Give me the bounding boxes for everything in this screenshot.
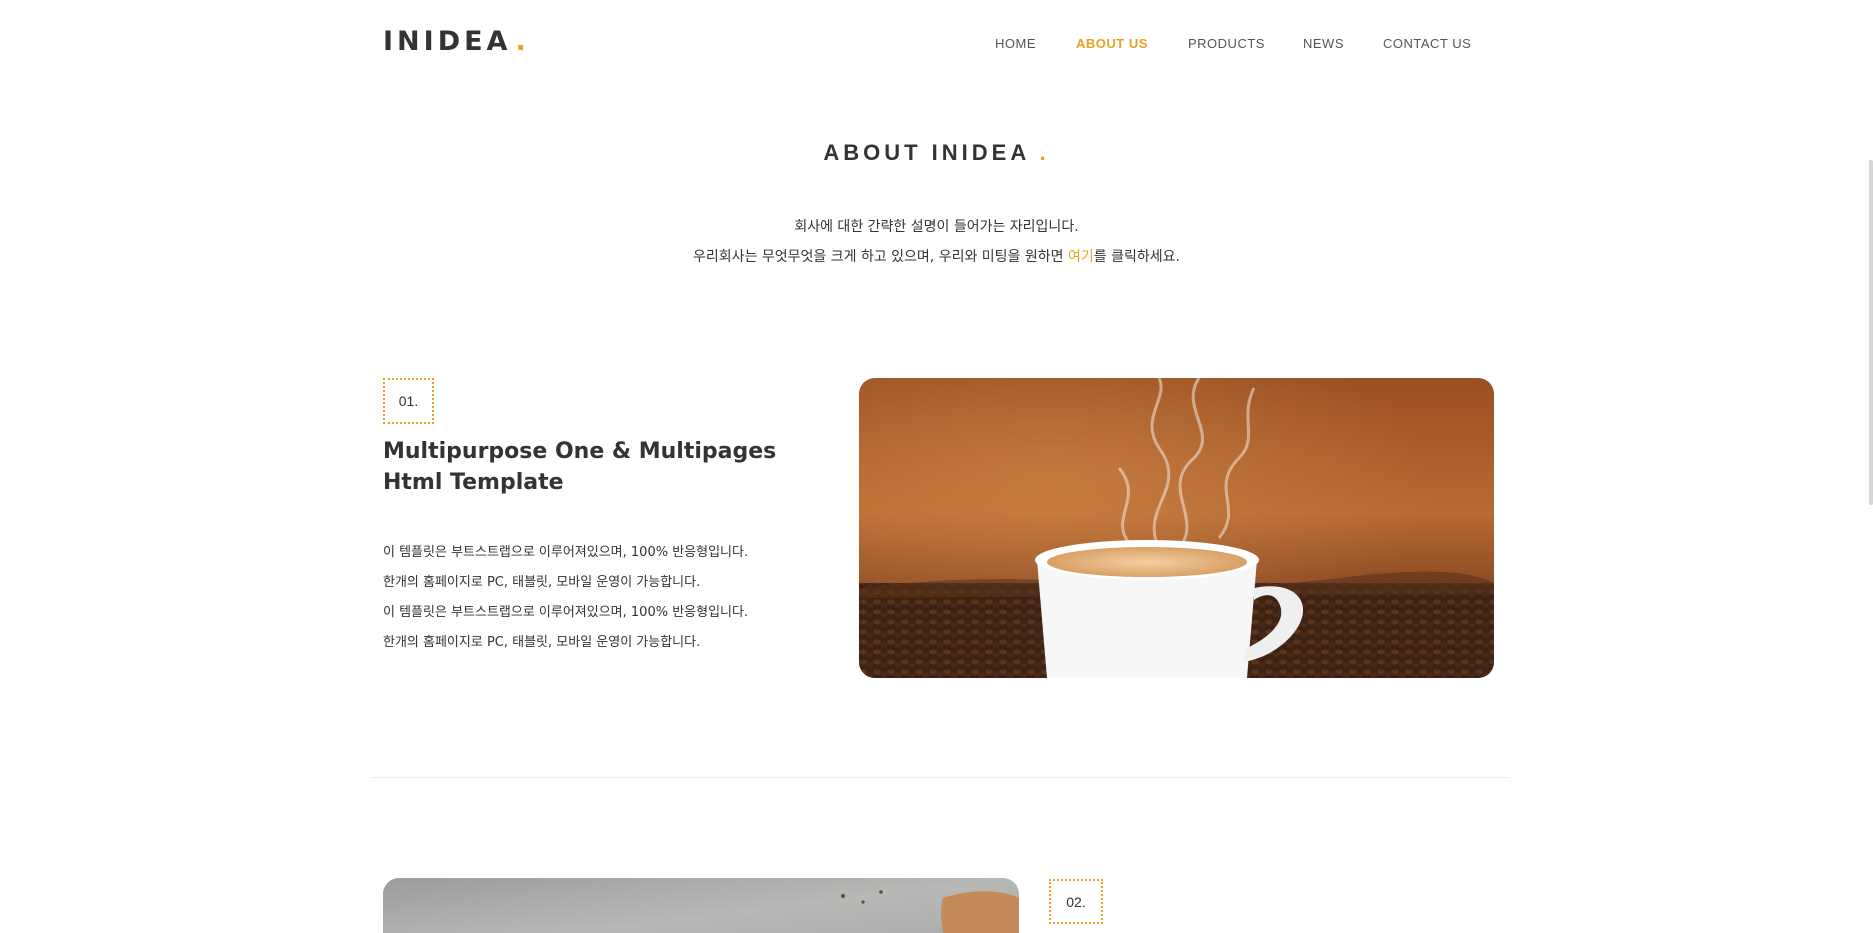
second-feature-image [383,878,1019,933]
about-title-text: ABOUT INIDEA [823,140,1030,165]
nav-item-products[interactable]: PRODUCTS [1188,36,1265,51]
feature-line-3: 이 템플릿은 부트스트랩으로 이루어져있으며, 100% 반응형입니다. [383,605,749,620]
about-desc-line-2-before: 우리회사는 무엇무엇을 크게 하고 있으며, 우리와 미팅을 원하면 [693,249,1068,265]
page-scrollbar[interactable] [1869,160,1873,505]
coffee-cup-image [859,378,1494,678]
about-meeting-link[interactable]: 여기 [1068,249,1094,265]
about-desc-line-1: 회사에 대한 간략한 설명이 들어가는 자리입니다. [794,219,1079,235]
second-feature-illustration [383,878,1019,933]
nav-item-contact-us[interactable]: CONTACT US [1383,36,1471,51]
feature-title: Multipurpose One & Multipages Html Templ… [383,439,777,495]
logo-dot: . [515,26,530,57]
logo[interactable]: INIDEA. [383,26,530,57]
about-description: 회사에 대한 간략한 설명이 들어가는 자리입니다. 우리회사는 무엇무엇을 크… [0,212,1873,272]
coffee-cup-illustration [859,378,1494,678]
about-desc-line-2-after: 를 클릭하세요. [1093,249,1180,265]
section-divider [370,777,1510,778]
page: INIDEA. HOME ABOUT US PRODUCTS NEWS CONT… [0,0,1873,933]
about-title-dot: . [1039,140,1050,165]
feature-line-1: 이 템플릿은 부트스트랩으로 이루어져있으며, 100% 반응형입니다. [383,545,749,560]
nav-item-home[interactable]: HOME [995,36,1036,51]
feature-line-4: 한개의 홈페이지로 PC, 태블릿, 모바일 운영이 가능합니다. [383,635,701,650]
feature-number-badge-2: 02. [1049,879,1103,924]
about-desc-line-2: 우리회사는 무엇무엇을 크게 하고 있으며, 우리와 미팅을 원하면 여기를 클… [0,242,1873,272]
nav-item-about-us[interactable]: ABOUT US [1076,36,1148,51]
nav-item-news[interactable]: NEWS [1303,36,1344,51]
about-title: ABOUT INIDEA . [0,140,1873,166]
logo-text: INIDEA [383,26,512,57]
feature-line-2: 한개의 홈페이지로 PC, 태블릿, 모바일 운영이 가능합니다. [383,575,701,590]
feature-description: 이 템플릿은 부트스트랩으로 이루어져있으며, 100% 반응형입니다. 한개의… [383,538,843,658]
feature-number-badge: 01. [383,378,434,424]
